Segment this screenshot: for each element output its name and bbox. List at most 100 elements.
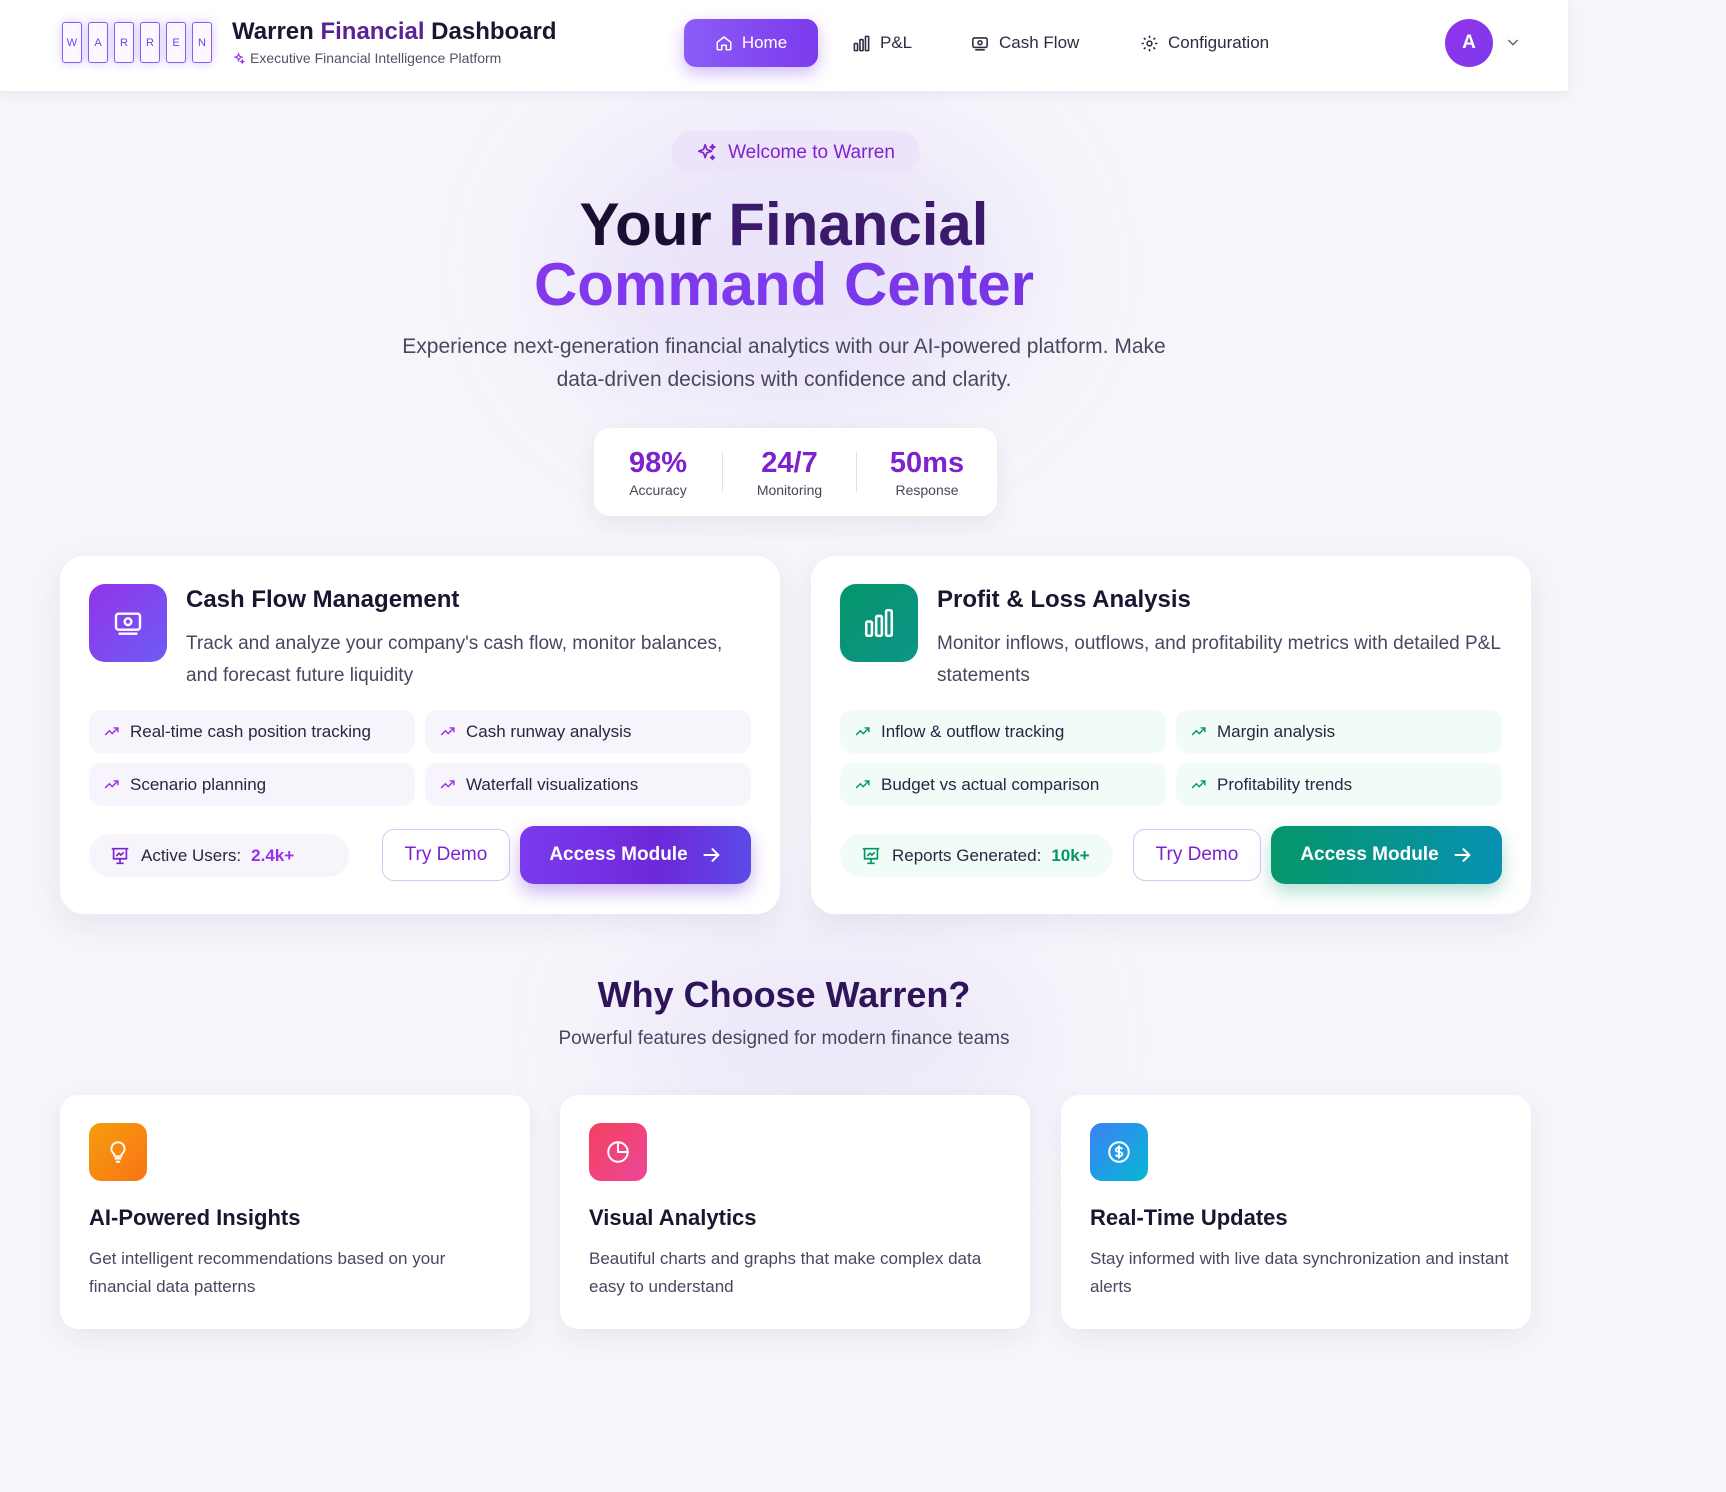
module-description: Monitor inflows, outflows, and profitabi…: [937, 633, 1501, 686]
nav-home[interactable]: Home: [684, 19, 818, 67]
nav-configuration-label: Configuration: [1168, 33, 1270, 52]
feature-description: Get intelligent recommendations based on…: [89, 1249, 446, 1296]
stat-value: 50ms: [889, 446, 965, 479]
metric-label: Active Users:: [141, 845, 242, 865]
feature-icon-tile: [1090, 1123, 1148, 1181]
module-title: Cash Flow Management: [186, 586, 460, 613]
feature-label: Cash runway analysis: [466, 721, 632, 741]
hero-description: Experience next-generation financial ana…: [402, 335, 1166, 391]
pnl-module-card: Profit & Loss Analysis Monitor inflows, …: [811, 556, 1531, 914]
lightbulb-icon: [110, 1141, 126, 1163]
metric-value: 10k+: [1051, 845, 1090, 865]
trending-up-icon: [1191, 780, 1206, 789]
trending-up-icon: [855, 780, 870, 789]
feature-label: Profitability trends: [1217, 774, 1353, 794]
access-module-label: Access Module: [549, 844, 688, 865]
gear-icon: [1141, 35, 1158, 51]
hero-title-word: Financial: [728, 191, 989, 258]
app-title: Warren Financial Dashboard: [232, 18, 557, 46]
why-section-title: Why Choose Warren?: [597, 974, 971, 1015]
stat-value: 98%: [628, 446, 688, 479]
feature-chip: Inflow & outflow tracking: [840, 710, 1166, 753]
presentation-chart-icon: [862, 847, 880, 864]
nav-pnl-label: P&L: [880, 33, 913, 52]
feature-label: Scenario planning: [130, 774, 267, 794]
chevron-down-icon[interactable]: [1505, 34, 1521, 50]
feature-chip: Real-time cash position tracking: [89, 710, 415, 753]
feature-title: Real-Time Updates: [1090, 1205, 1288, 1230]
nav-cash-flow[interactable]: Cash Flow: [970, 19, 1079, 67]
welcome-badge-text: Welcome to Warren: [728, 141, 895, 163]
app-subtitle: Executive Financial Intelligence Platfor…: [232, 50, 501, 66]
hero-title-line-2: Command Center: [0, 252, 1568, 318]
feature-label: Inflow & outflow tracking: [881, 721, 1065, 741]
feature-title: Visual Analytics: [589, 1205, 757, 1230]
feature-chip: Profitability trends: [1176, 763, 1502, 806]
feature-chip: Cash runway analysis: [425, 710, 751, 753]
feature-label: Margin analysis: [1217, 721, 1336, 741]
pie-chart-icon: [607, 1141, 629, 1163]
bar-chart-icon: [853, 35, 870, 51]
access-module-button[interactable]: Access Module: [520, 826, 751, 884]
trending-up-icon: [855, 727, 870, 736]
pnl-module-icon: [840, 584, 918, 662]
app-title-accent: Financial: [320, 18, 425, 45]
logo-letter: A: [88, 22, 108, 63]
feature-label: Budget vs actual comparison: [881, 774, 1100, 794]
sparkles-icon: [233, 51, 245, 65]
feature-label: Real-time cash position tracking: [130, 721, 371, 741]
nav-pnl[interactable]: P&L: [852, 19, 912, 67]
stats-panel: 98% Accuracy 24/7 Monitoring 50ms Respon…: [594, 428, 997, 516]
try-demo-button[interactable]: Try Demo: [1133, 829, 1261, 881]
nav-configuration[interactable]: Configuration: [1140, 19, 1269, 67]
stat-value: 24/7: [761, 446, 818, 479]
cash-flow-module-card: Cash Flow Management Track and analyze y…: [60, 556, 780, 914]
trending-up-icon: [440, 780, 455, 789]
feature-title: AI-Powered Insights: [89, 1205, 301, 1230]
app-subtitle-text: Executive Financial Intelligence Platfor…: [250, 50, 502, 66]
try-demo-button[interactable]: Try Demo: [382, 829, 510, 881]
feature-chip: Scenario planning: [89, 763, 415, 806]
banknote-icon: [114, 612, 142, 635]
arrow-right-icon: [1454, 847, 1471, 863]
hero-title-line-1: Your Financial: [0, 192, 1568, 258]
logo-letter: W: [62, 22, 82, 63]
feature-card-visual-analytics: Visual Analytics Beautiful charts and gr…: [560, 1095, 1030, 1329]
feature-icon-tile: [589, 1123, 647, 1181]
top-navigation-bar: W A R R E N Warren Financial Dashboard E…: [0, 0, 1568, 92]
arrow-right-icon: [703, 847, 720, 863]
metric-value: 2.4k+: [251, 845, 295, 865]
feature-chip: Waterfall visualizations: [425, 763, 751, 806]
sparkles-icon: [698, 143, 716, 160]
warren-logo[interactable]: W A R R E N: [62, 22, 212, 63]
feature-icon-tile: [89, 1123, 147, 1181]
why-section-subtitle: Powerful features designed for modern fi…: [558, 1028, 1010, 1049]
app-title-part: Warren: [232, 18, 314, 45]
user-avatar[interactable]: A: [1445, 19, 1493, 67]
access-module-button[interactable]: Access Module: [1271, 826, 1502, 884]
nav-cash-flow-label: Cash Flow: [999, 33, 1080, 52]
home-icon: [716, 36, 732, 51]
logo-letter: N: [192, 22, 212, 63]
trending-up-icon: [104, 780, 119, 789]
welcome-badge: Welcome to Warren: [671, 131, 920, 174]
logo-letter: E: [166, 22, 186, 63]
feature-card-real-time-updates: Real-Time Updates Stay informed with liv…: [1061, 1095, 1531, 1329]
stat-label: Response: [895, 481, 959, 498]
stat-label: Accuracy: [629, 481, 687, 498]
cash-flow-module-icon: [89, 584, 167, 662]
metric-label: Reports Generated:: [892, 845, 1042, 865]
hero-title-word: Your: [579, 191, 712, 258]
module-description: Track and analyze your company's cash fl…: [186, 633, 723, 686]
module-title: Profit & Loss Analysis: [937, 586, 1191, 613]
feature-label: Waterfall visualizations: [466, 774, 639, 794]
reports-generated-metric: Reports Generated: 10k+: [840, 834, 1113, 877]
logo-letter: R: [140, 22, 160, 63]
stat-label: Monitoring: [756, 481, 823, 498]
stat-accuracy: 98% Accuracy: [594, 447, 722, 498]
feature-chip: Margin analysis: [1176, 710, 1502, 753]
feature-chip: Budget vs actual comparison: [840, 763, 1166, 806]
feature-description: Stay informed with live data synchroniza…: [1090, 1249, 1509, 1296]
access-module-label: Access Module: [1300, 844, 1439, 865]
presentation-chart-icon: [111, 847, 129, 864]
